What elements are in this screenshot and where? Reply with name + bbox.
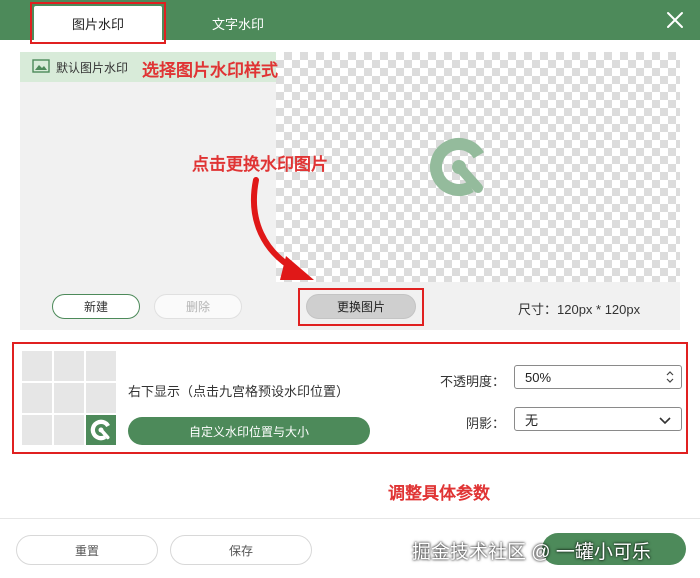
reset-button[interactable]: 重置 — [16, 535, 158, 565]
brand-logo-icon — [430, 138, 488, 196]
image-icon — [32, 58, 50, 76]
spinner-arrows-icon[interactable] — [665, 370, 675, 387]
grid-cell-middle-left[interactable] — [22, 383, 52, 413]
opacity-label: 不透明度： — [440, 374, 506, 389]
annotation-select-style: 选择图片水印样式 — [142, 61, 278, 80]
grid-cell-center[interactable] — [54, 383, 84, 413]
shadow-label: 阴影： — [466, 416, 506, 431]
grid-cell-bottom-left[interactable] — [22, 415, 52, 445]
site-watermark: 掘金技术社区 @ 一罐小可乐 — [412, 542, 651, 563]
footer-divider — [0, 518, 700, 519]
close-icon[interactable] — [664, 9, 686, 31]
position-description: 右下显示（点击九宫格预设水印位置） — [128, 384, 350, 399]
save-button[interactable]: 保存 — [170, 535, 312, 565]
grid-cell-top-left[interactable] — [22, 351, 52, 381]
opacity-value: 50% — [525, 369, 552, 385]
grid-cell-bottom-right[interactable] — [86, 415, 116, 445]
opacity-stepper[interactable]: 50% — [514, 365, 682, 389]
grid-cell-top-right[interactable] — [86, 351, 116, 381]
custom-position-button[interactable]: 自定义水印位置与大小 — [128, 417, 370, 445]
change-image-highlight-box — [298, 288, 424, 326]
grid-cell-top-center[interactable] — [54, 351, 84, 381]
delete-button[interactable]: 删除 — [154, 294, 242, 319]
chevron-down-icon — [659, 414, 671, 429]
grid-cell-bottom-center[interactable] — [54, 415, 84, 445]
annotation-adjust-params: 调整具体参数 — [388, 484, 490, 503]
brand-logo-icon — [90, 419, 112, 441]
position-grid — [22, 351, 116, 445]
shadow-select[interactable]: 无 — [514, 407, 682, 431]
style-item-label: 默认图片水印 — [56, 60, 129, 75]
new-button[interactable]: 新建 — [52, 294, 140, 319]
red-curved-arrow — [250, 177, 314, 280]
annotation-change-image: 点击更换水印图片 — [192, 155, 328, 174]
grid-cell-middle-right[interactable] — [86, 383, 116, 413]
tab-text-watermark[interactable]: 文字水印 — [190, 6, 286, 40]
image-size-text: 尺寸：120px * 120px — [518, 302, 641, 317]
tab-highlight-box — [30, 2, 166, 44]
shadow-value: 无 — [525, 412, 539, 428]
